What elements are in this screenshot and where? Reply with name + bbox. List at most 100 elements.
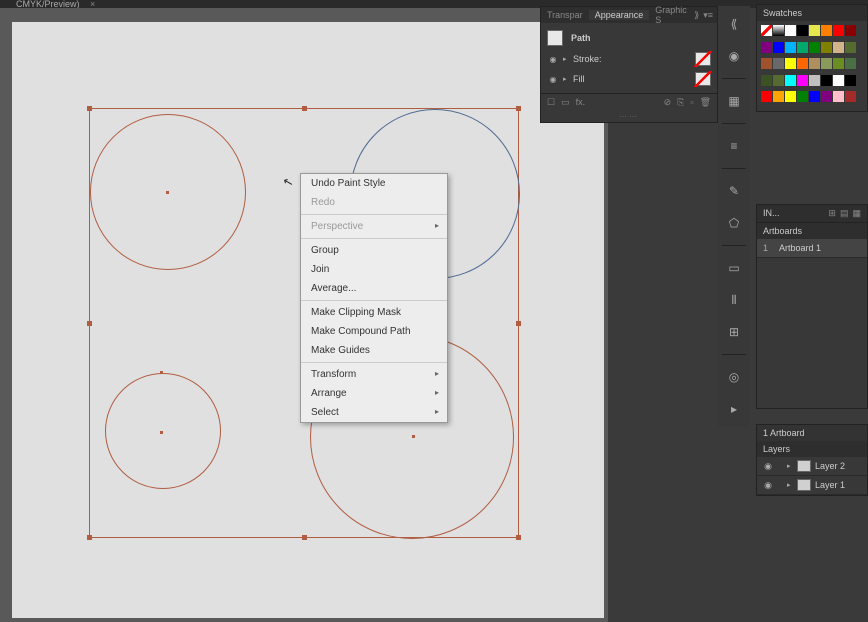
tab-appearance[interactable]: Appearance: [589, 10, 650, 20]
swatch[interactable]: [833, 58, 844, 69]
swatch[interactable]: [809, 75, 820, 86]
resize-handle[interactable]: [302, 535, 307, 540]
menu-item[interactable]: Arrange▸: [301, 384, 447, 403]
visibility-icon[interactable]: ◉: [547, 53, 559, 65]
trash-icon[interactable]: 🗑: [700, 97, 711, 108]
expand-icon[interactable]: ▸: [787, 481, 797, 489]
stroke-icon[interactable]: ▭: [561, 97, 570, 108]
stroke-row[interactable]: ◉ ▸ Stroke:: [547, 49, 711, 69]
expand-icon[interactable]: ▸: [563, 55, 573, 63]
resize-handle[interactable]: [516, 321, 521, 326]
swatch[interactable]: [821, 42, 832, 53]
menu-item[interactable]: Select▸: [301, 403, 447, 422]
dup-icon[interactable]: ⎘: [677, 97, 684, 108]
new-art-icon[interactable]: ☐: [547, 97, 555, 108]
layers-tab[interactable]: Layers: [757, 441, 867, 457]
swatch[interactable]: [761, 42, 772, 53]
swatch[interactable]: [785, 58, 796, 69]
swatch[interactable]: [797, 42, 808, 53]
swatch[interactable]: [797, 75, 808, 86]
swatch[interactable]: [845, 91, 856, 102]
swatch[interactable]: [809, 42, 820, 53]
gradient-icon[interactable]: ▦: [724, 91, 744, 111]
fill-row[interactable]: ◉ ▸ Fill: [547, 69, 711, 89]
visibility-icon[interactable]: ◉: [547, 73, 559, 85]
symbols-icon[interactable]: ⬠: [724, 213, 744, 233]
resize-handle[interactable]: [87, 106, 92, 111]
swatch[interactable]: [761, 75, 772, 86]
swatch[interactable]: [845, 25, 856, 36]
swatch[interactable]: [785, 91, 796, 102]
color-icon[interactable]: ◉: [724, 46, 744, 66]
transform-icon[interactable]: ⊞: [724, 322, 744, 342]
layer-row[interactable]: ◉▸Layer 1: [757, 476, 867, 495]
swatch[interactable]: [809, 58, 820, 69]
circle-shape[interactable]: [105, 373, 221, 489]
menu-item[interactable]: Average...: [301, 279, 447, 298]
swatch[interactable]: [773, 91, 784, 102]
resize-handle[interactable]: [516, 106, 521, 111]
swatches-title[interactable]: Swatches: [757, 5, 867, 21]
swatch[interactable]: [821, 75, 832, 86]
anchor-point[interactable]: [412, 435, 415, 438]
swatch[interactable]: [845, 75, 856, 86]
panel-grip[interactable]: ⋯⋯: [541, 111, 717, 122]
swatch-registration[interactable]: [773, 25, 784, 36]
tab-transparency[interactable]: Transpar: [541, 10, 589, 20]
menu-item[interactable]: Make Guides: [301, 341, 447, 360]
expand-dock-icon[interactable]: ⟪: [724, 14, 744, 34]
lib-icon[interactable]: ⊞: [828, 208, 836, 219]
swatch[interactable]: [845, 58, 856, 69]
swatch[interactable]: [773, 75, 784, 86]
swatch[interactable]: [821, 25, 832, 36]
swatch-none[interactable]: [761, 25, 772, 36]
stroke-panel-icon[interactable]: ≡: [724, 136, 744, 156]
artboards-title[interactable]: Artboards: [757, 223, 867, 239]
lib-icon[interactable]: ▦: [852, 208, 861, 219]
swatch[interactable]: [845, 42, 856, 53]
clear-icon[interactable]: ⊘: [664, 97, 672, 108]
swatch[interactable]: [821, 58, 832, 69]
swatch[interactable]: [833, 75, 844, 86]
swatch[interactable]: [785, 25, 796, 36]
align-icon[interactable]: ⫴: [724, 290, 744, 310]
menu-item[interactable]: Make Compound Path: [301, 322, 447, 341]
new-icon[interactable]: ▫: [690, 97, 693, 108]
swatch[interactable]: [797, 58, 808, 69]
swatch[interactable]: [797, 91, 808, 102]
swatch[interactable]: [785, 42, 796, 53]
links-icon[interactable]: ◎: [724, 367, 744, 387]
swatch[interactable]: [809, 25, 820, 36]
menu-item[interactable]: Join: [301, 260, 447, 279]
artboard-row[interactable]: 1 Artboard 1: [757, 239, 867, 258]
anchor-point[interactable]: [160, 431, 163, 434]
actions-icon[interactable]: ▸: [724, 399, 744, 419]
resize-handle[interactable]: [516, 535, 521, 540]
swatch[interactable]: [833, 42, 844, 53]
expand-icon[interactable]: ▸: [787, 462, 797, 470]
resize-handle[interactable]: [302, 106, 307, 111]
swatch[interactable]: [821, 91, 832, 102]
swatch[interactable]: [833, 91, 844, 102]
fill-swatch[interactable]: [695, 72, 711, 86]
collapse-icon[interactable]: ⟫: [694, 10, 699, 21]
expand-icon[interactable]: ▸: [563, 75, 573, 83]
visibility-icon[interactable]: ◉: [761, 461, 775, 472]
anchor-point[interactable]: [166, 191, 169, 194]
swatch[interactable]: [809, 91, 820, 102]
visibility-icon[interactable]: ◉: [761, 480, 775, 491]
anchor-point[interactable]: [160, 371, 163, 374]
menu-item[interactable]: Transform▸: [301, 365, 447, 384]
menu-item[interactable]: Make Clipping Mask: [301, 303, 447, 322]
resize-handle[interactable]: [87, 321, 92, 326]
swatch[interactable]: [761, 91, 772, 102]
layer-row[interactable]: ◉▸Layer 2: [757, 457, 867, 476]
swatch[interactable]: [833, 25, 844, 36]
lib-icon[interactable]: ▤: [840, 208, 849, 219]
menu-item[interactable]: Undo Paint Style: [301, 174, 447, 193]
swatch[interactable]: [773, 42, 784, 53]
resize-handle[interactable]: [87, 535, 92, 540]
tab-graphic-styles[interactable]: Graphic S: [649, 5, 694, 25]
swatch[interactable]: [785, 75, 796, 86]
swatch[interactable]: [761, 58, 772, 69]
